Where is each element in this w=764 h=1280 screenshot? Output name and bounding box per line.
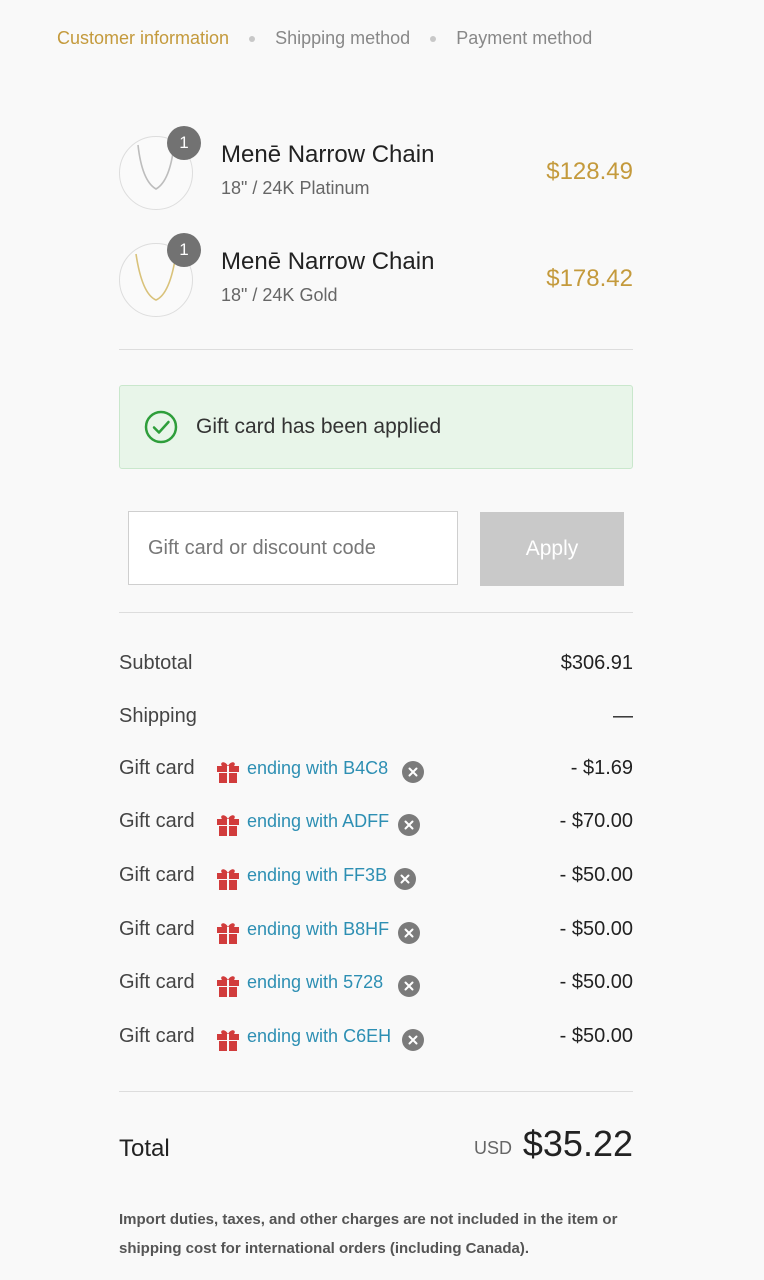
gift-card-amount: - $50.00 [559, 864, 633, 886]
product-name: Menē Narrow Chain [221, 141, 435, 168]
gift-icon [217, 923, 239, 944]
gift-icon [217, 815, 239, 836]
gift-card-label: Gift card [119, 810, 195, 832]
divider [119, 1091, 633, 1092]
total-label: Total [119, 1135, 170, 1162]
breadcrumb-separator [430, 35, 437, 42]
gift-card-label: Gift card [119, 918, 195, 940]
gift-card-amount: - $1.69 [570, 757, 633, 779]
product-variant: 18" / 24K Platinum [221, 178, 370, 198]
gift-card-code: ending with B4C8 [247, 758, 389, 778]
breadcrumb-shipping-method[interactable]: Shipping method [275, 28, 410, 49]
line-item: 1 Menē Narrow Chain 18" / 24K Platinum $… [119, 126, 633, 210]
line-item: 1 Menē Narrow Chain 18" / 24K Gold $178.… [119, 233, 633, 317]
gift-card-amount: - $50.00 [559, 918, 633, 940]
remove-gift-card-icon[interactable] [398, 922, 420, 944]
divider [119, 612, 633, 613]
gift-card-row: Gift card ending with B8HF - $50.00 [119, 918, 633, 948]
gift-card-amount: - $70.00 [559, 810, 633, 832]
product-name: Menē Narrow Chain [221, 248, 435, 275]
remove-gift-card-icon[interactable] [398, 975, 420, 997]
apply-button[interactable]: Apply [480, 512, 624, 586]
breadcrumb-separator [249, 35, 256, 42]
product-variant: 18" / 24K Gold [221, 285, 338, 305]
shipping-value: — [613, 705, 633, 727]
gift-card-code: ending with FF3B [247, 865, 388, 885]
check-circle-icon [144, 410, 178, 444]
gift-card-amount: - $50.00 [559, 971, 633, 993]
product-price: $128.49 [546, 158, 633, 185]
subtotal-label: Subtotal [119, 652, 193, 674]
gift-icon [217, 869, 239, 890]
total-value: $35.22 [522, 1123, 633, 1164]
gift-icon [217, 1030, 239, 1051]
gift-card-row: Gift card ending with FF3B - $50.00 [119, 864, 633, 894]
gift-card-code: ending with 5728 [247, 972, 384, 992]
divider [119, 349, 633, 350]
remove-gift-card-icon[interactable] [398, 814, 420, 836]
gift-card-label: Gift card [119, 971, 195, 993]
product-price: $178.42 [546, 265, 633, 292]
gift-card-row: Gift card ending with B4C8 - $1.69 [119, 757, 633, 787]
gift-card-label: Gift card [119, 757, 195, 779]
breadcrumb-customer-information[interactable]: Customer information [57, 28, 229, 49]
quantity-badge: 1 [167, 233, 201, 267]
remove-gift-card-icon[interactable] [402, 761, 424, 783]
gift-icon [217, 976, 239, 997]
discount-code-input[interactable] [128, 511, 458, 585]
breadcrumb-payment-method: Payment method [456, 28, 593, 48]
breadcrumb: Customer information Shipping method Pay… [57, 28, 592, 49]
gift-card-row: Gift card ending with 5728 - $50.00 [119, 971, 633, 1001]
gift-card-amount: - $50.00 [559, 1025, 633, 1047]
gift-card-code: ending with C6EH [247, 1026, 392, 1046]
alert-message: Gift card has been applied [196, 415, 442, 438]
gift-card-applied-alert: Gift card has been applied [119, 385, 633, 469]
remove-gift-card-icon[interactable] [402, 1029, 424, 1051]
import-duties-note: Import duties, taxes, and other charges … [119, 1211, 618, 1257]
gift-card-row: Gift card ending with ADFF - $70.00 [119, 810, 633, 840]
gift-card-label: Gift card [119, 1025, 195, 1047]
gift-card-code: ending with ADFF [247, 811, 390, 831]
subtotal-row: Subtotal $306.91 [119, 652, 633, 682]
gift-card-label: Gift card [119, 864, 195, 886]
shipping-row: Shipping — [119, 705, 633, 735]
shipping-label: Shipping [119, 705, 197, 727]
gift-icon [217, 762, 239, 783]
subtotal-value: $306.91 [560, 652, 633, 674]
gift-card-code: ending with B8HF [247, 919, 390, 939]
quantity-badge: 1 [167, 126, 201, 160]
remove-gift-card-icon[interactable] [394, 868, 416, 890]
gift-card-row: Gift card ending with C6EH - $50.00 [119, 1025, 633, 1055]
currency-code: USD [474, 1138, 513, 1158]
